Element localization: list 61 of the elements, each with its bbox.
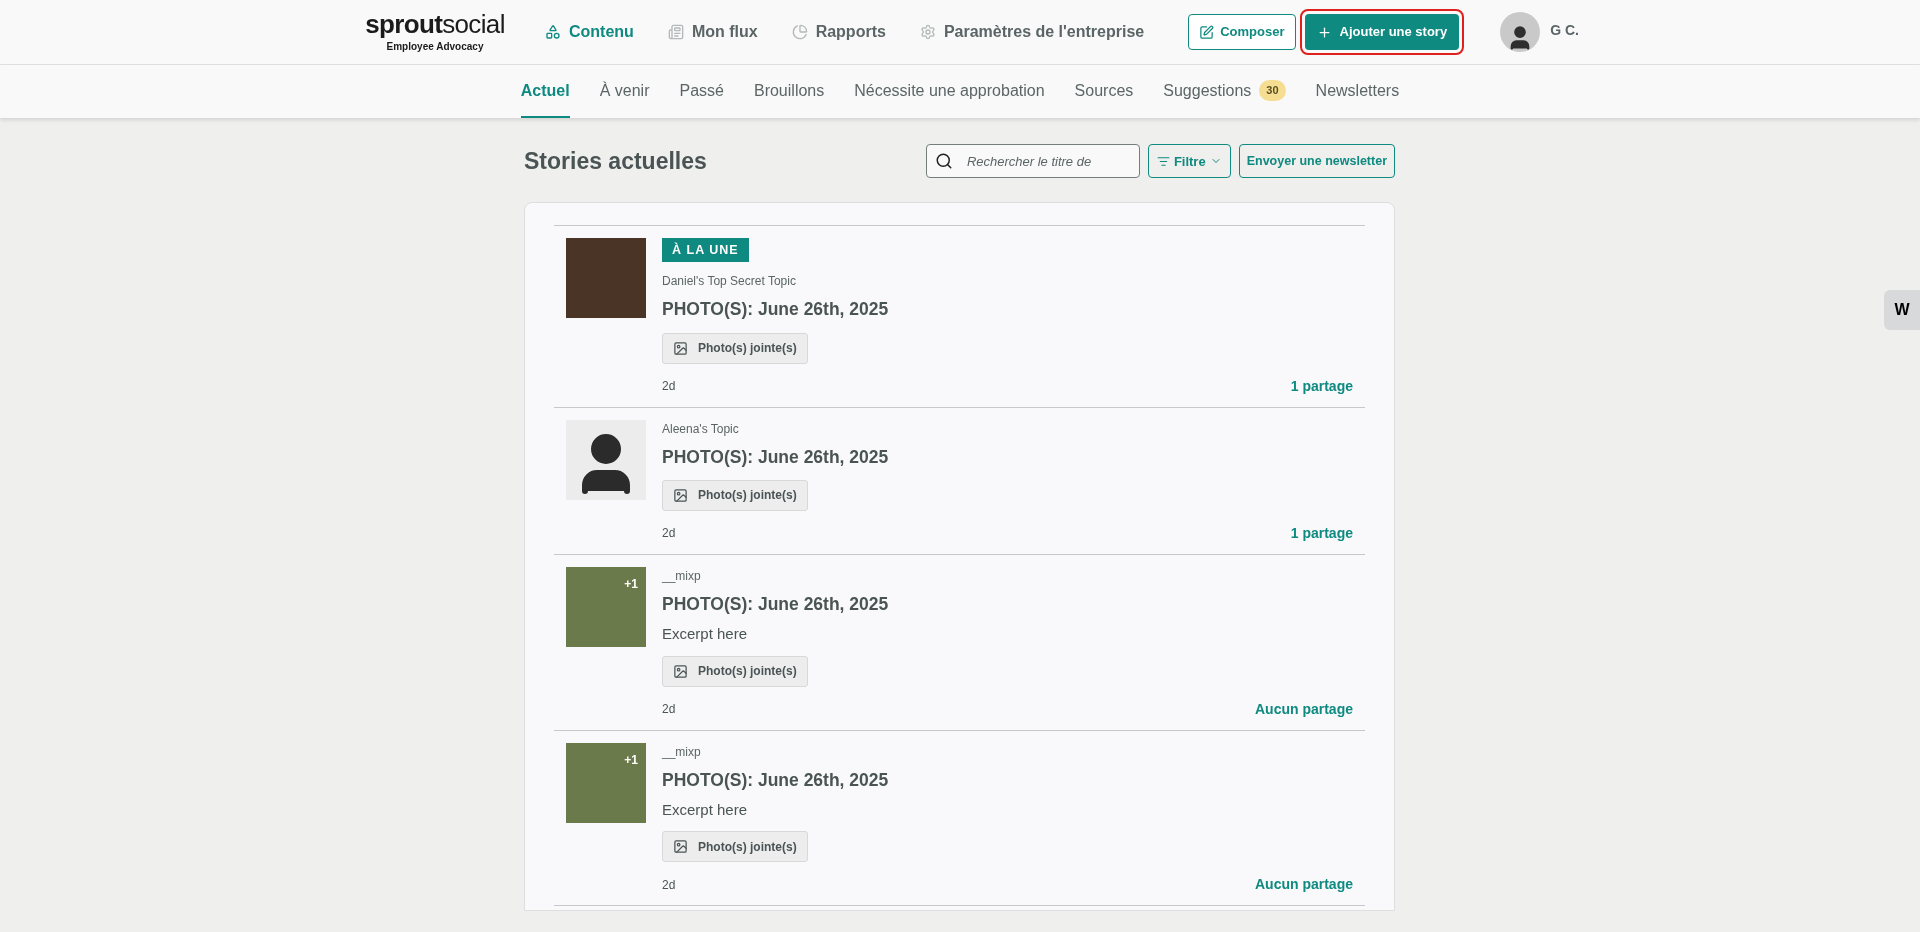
logo-word: sprout bbox=[365, 8, 443, 39]
nav-icon bbox=[545, 24, 561, 40]
logo-word: social bbox=[442, 8, 505, 39]
tab[interactable]: Brouillons bbox=[753, 65, 825, 118]
story-title: PHOTO(S): June 26th, 2025 bbox=[662, 445, 890, 469]
user-name: G C. bbox=[1550, 21, 1579, 40]
compose-button[interactable]: Composer bbox=[1188, 14, 1296, 50]
story-age: 2d bbox=[662, 525, 676, 543]
story-title: PHOTO(S): June 26th, 2025 bbox=[662, 298, 890, 322]
tab[interactable]: À venir bbox=[599, 65, 650, 118]
logo-subtitle: Employee Advocacy bbox=[386, 39, 484, 54]
attachment-chip: Photo(s) jointe(s) bbox=[662, 479, 808, 511]
attachment-chip: Photo(s) jointe(s) bbox=[662, 655, 808, 687]
tab[interactable]: Nécessite une approbation bbox=[854, 65, 1045, 118]
shares-link[interactable]: Aucun partage bbox=[1255, 874, 1353, 896]
nav-link[interactable]: Mon flux bbox=[667, 20, 758, 44]
add-story-button[interactable]: Ajouter une story bbox=[1304, 14, 1460, 50]
tab[interactable]: Sources bbox=[1074, 65, 1134, 118]
search-icon bbox=[934, 152, 953, 171]
story-excerpt: Excerpt here bbox=[662, 799, 749, 820]
story-age: 2d bbox=[662, 701, 676, 718]
topic-name: __mixp bbox=[662, 567, 702, 585]
image-icon bbox=[673, 487, 688, 503]
newsletter-button[interactable]: Envoyer une newsletter bbox=[1238, 144, 1395, 179]
story-age: 2d bbox=[662, 378, 676, 395]
shares-link[interactable]: 1 partage bbox=[1290, 375, 1353, 397]
story-excerpt: Excerpt here bbox=[662, 624, 749, 644]
nav-icon bbox=[667, 24, 684, 40]
extra-count: +1 bbox=[624, 751, 638, 769]
tab[interactable]: Actuel bbox=[520, 65, 570, 118]
topic-name: Daniel's Top Secret Topic bbox=[662, 273, 797, 291]
side-widget-tab[interactable]: W bbox=[1884, 290, 1920, 330]
nav-link[interactable]: Contenu bbox=[545, 20, 634, 44]
topic-name: Aleena's Topic bbox=[662, 420, 740, 438]
topic-name: __mixp bbox=[662, 743, 702, 761]
nav-link[interactable]: Rapports bbox=[791, 20, 886, 44]
image-icon bbox=[673, 340, 688, 356]
shares-link[interactable]: Aucun partage bbox=[1255, 698, 1353, 720]
story-title: PHOTO(S): June 26th, 2025 bbox=[662, 592, 890, 616]
compose-icon bbox=[1199, 24, 1215, 40]
nav-icon bbox=[919, 24, 936, 40]
search-field[interactable]: Rechercher le titre de bbox=[925, 144, 1140, 179]
filter-icon bbox=[1156, 154, 1170, 168]
nav-icon bbox=[791, 24, 808, 40]
plus-icon bbox=[1316, 24, 1332, 40]
image-icon bbox=[673, 839, 688, 855]
filter-button[interactable]: Filtre bbox=[1147, 144, 1231, 179]
attachment-chip: Photo(s) jointe(s) bbox=[662, 831, 808, 863]
tab[interactable]: Suggestions 30 bbox=[1163, 65, 1286, 118]
tab[interactable]: Passé bbox=[679, 65, 724, 118]
tab[interactable]: Newsletters bbox=[1315, 65, 1400, 118]
extra-count: +1 bbox=[624, 575, 638, 593]
count-badge: 30 bbox=[1259, 80, 1286, 101]
page-title: Stories actuelles bbox=[524, 147, 708, 176]
story-age: 2d bbox=[662, 876, 676, 894]
attachment-chip: Photo(s) jointe(s) bbox=[662, 332, 808, 364]
image-icon bbox=[673, 663, 688, 679]
featured-badge: À LA UNE bbox=[662, 237, 749, 263]
story-title: PHOTO(S): June 26th, 2025 bbox=[662, 768, 890, 792]
shares-link[interactable]: 1 partage bbox=[1290, 522, 1353, 544]
nav-link[interactable]: Paramètres de l'entreprise bbox=[919, 20, 1145, 44]
